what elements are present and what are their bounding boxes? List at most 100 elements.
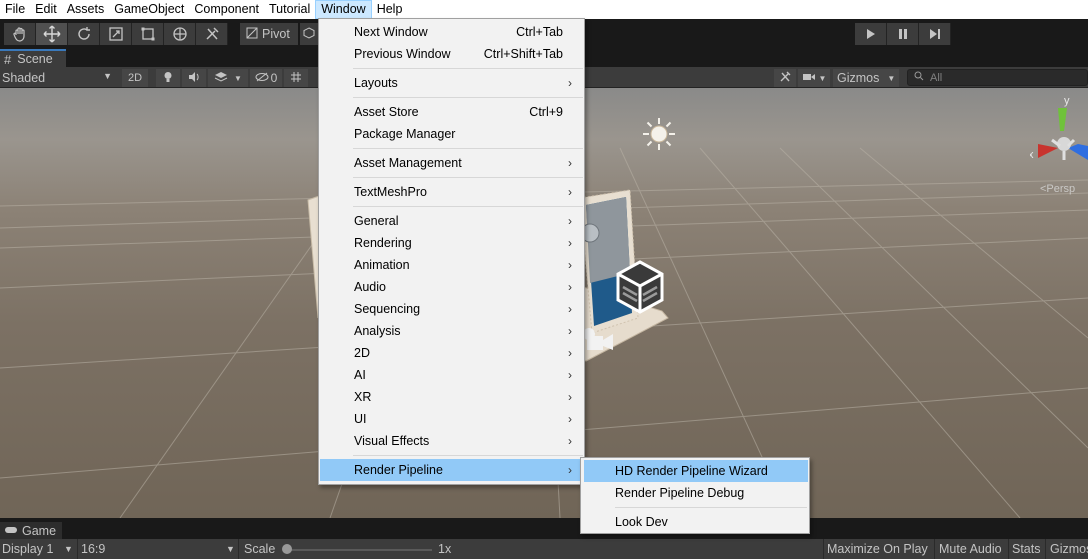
orientation-gizmo[interactable]: y x — [1028, 95, 1088, 176]
menu-item-render-pipeline[interactable]: Render Pipeline › — [320, 459, 584, 481]
global-local-toggle[interactable] — [300, 23, 318, 45]
sun-light-icon[interactable] — [641, 116, 677, 152]
menu-item-rendering[interactable]: Rendering › — [320, 232, 584, 254]
menu-item-hd-render-pipeline-wizard[interactable]: HD Render Pipeline Wizard — [584, 460, 808, 482]
menu-item-asset-store[interactable]: Asset Store Ctrl+9 — [320, 101, 584, 123]
menu-item-shortcut: Ctrl+Tab — [516, 25, 563, 39]
menu-item-ai[interactable]: AI › — [320, 364, 584, 386]
menu-item-next-window[interactable]: Next Window Ctrl+Tab — [320, 21, 584, 43]
menu-component[interactable]: Component — [189, 0, 264, 19]
tools-toggle[interactable] — [774, 69, 796, 87]
chevron-right-icon: › — [568, 236, 572, 250]
camera-gizmo-icon[interactable] — [583, 326, 617, 357]
pivot-icon — [246, 27, 258, 42]
menu-item-textmeshpro[interactable]: TextMeshPro › — [320, 181, 584, 203]
gameobject-cube-icon[interactable] — [615, 259, 665, 318]
rotate-icon[interactable] — [68, 23, 100, 45]
menu-item-label: Analysis — [354, 324, 401, 338]
shading-mode-dropdown[interactable]: Shaded ▼ — [0, 69, 118, 87]
move-icon[interactable] — [36, 23, 68, 45]
menu-help[interactable]: Help — [372, 0, 408, 19]
pause-icon[interactable] — [887, 23, 919, 45]
tab-scene[interactable]: # Scene — [0, 49, 66, 67]
scene-search-input[interactable]: All — [907, 69, 1088, 86]
divider — [823, 539, 824, 559]
menu-item-animation[interactable]: Animation › — [320, 254, 584, 276]
chevron-down-icon: ▼ — [234, 73, 242, 83]
play-icon[interactable] — [855, 23, 887, 45]
scale-slider-handle[interactable] — [282, 544, 292, 554]
display-dropdown[interactable]: Display 1 — [2, 542, 53, 556]
menu-item-2d[interactable]: 2D › — [320, 342, 584, 364]
menu-item-general[interactable]: General › — [320, 210, 584, 232]
pivot-toggle[interactable]: Pivot — [240, 23, 298, 45]
grid-snap-toggle[interactable] — [284, 69, 308, 87]
menu-separator — [353, 455, 583, 456]
scale-slider-track[interactable] — [286, 549, 432, 551]
audio-toggle[interactable] — [182, 69, 206, 87]
scene-visibility-toggle[interactable]: 0 — [250, 69, 282, 87]
mode-2d-toggle[interactable]: 2D — [122, 69, 148, 87]
grid-icon: # — [4, 51, 12, 67]
menu-window[interactable]: Window — [315, 0, 372, 19]
eye-slash-icon — [255, 72, 269, 85]
menu-edit[interactable]: Edit — [30, 0, 62, 19]
menu-item-package-manager[interactable]: Package Manager — [320, 123, 584, 145]
menu-file[interactable]: File — [0, 0, 30, 19]
chevron-right-icon: › — [568, 280, 572, 294]
menu-item-asset-management[interactable]: Asset Management › — [320, 152, 584, 174]
chevron-right-icon: › — [568, 346, 572, 360]
game-toolbar: Display 1 ▼ 16:9 ▼ Scale 1x Maximize On … — [0, 539, 1088, 559]
menu-item-sequencing[interactable]: Sequencing › — [320, 298, 584, 320]
chevron-right-icon: › — [568, 258, 572, 272]
menu-item-shortcut: Ctrl+9 — [529, 105, 563, 119]
menu-item-visual-effects[interactable]: Visual Effects › — [320, 430, 584, 452]
menu-item-layouts[interactable]: Layouts › — [320, 72, 584, 94]
maximize-on-play-toggle[interactable]: Maximize On Play — [827, 542, 928, 556]
gizmos-label: Gizmos — [837, 71, 880, 85]
persp-label[interactable]: <Persp — [1040, 183, 1075, 195]
menu-assets[interactable]: Assets — [62, 0, 110, 19]
mute-audio-toggle[interactable]: Mute Audio — [939, 542, 1002, 556]
menu-item-previous-window[interactable]: Previous Window Ctrl+Shift+Tab — [320, 43, 584, 65]
stats-toggle[interactable]: Stats — [1012, 542, 1041, 556]
menu-item-analysis[interactable]: Analysis › — [320, 320, 584, 342]
menu-item-label: Sequencing — [354, 302, 421, 316]
scale-icon[interactable] — [100, 23, 132, 45]
transform-icon[interactable] — [164, 23, 196, 45]
menu-separator — [353, 68, 583, 69]
tab-game[interactable]: Game — [0, 522, 62, 539]
chevron-right-icon: › — [568, 185, 572, 199]
window-menu: Next Window Ctrl+Tab Previous Window Ctr… — [318, 18, 585, 485]
chevron-right-icon: › — [568, 412, 572, 426]
game-gizmos-toggle[interactable]: Gizmos — [1050, 542, 1088, 556]
menu-tutorial[interactable]: Tutorial — [264, 0, 315, 19]
effects-dropdown[interactable]: ▼ — [208, 69, 248, 87]
layers-icon — [214, 71, 228, 86]
menu-item-label: AI — [354, 368, 366, 382]
menu-item-look-dev[interactable]: Look Dev — [584, 511, 808, 533]
lighting-toggle[interactable] — [156, 69, 180, 87]
menu-item-audio[interactable]: Audio › — [320, 276, 584, 298]
menu-item-label: Render Pipeline Debug — [615, 486, 745, 500]
aspect-dropdown[interactable]: 16:9 — [81, 542, 105, 556]
chevron-right-icon: › — [568, 368, 572, 382]
menu-item-xr[interactable]: XR › — [320, 386, 584, 408]
step-icon[interactable] — [919, 23, 951, 45]
menu-item-label: Visual Effects — [354, 434, 430, 448]
camera-icon — [802, 72, 816, 85]
render-pipeline-submenu: HD Render Pipeline Wizard Render Pipelin… — [580, 457, 810, 534]
custom-tool-icon[interactable] — [196, 23, 228, 45]
axis-x-label: x — [1030, 149, 1034, 161]
camera-dropdown[interactable]: ▼ — [798, 69, 830, 87]
menu-gameobject[interactable]: GameObject — [109, 0, 189, 19]
divider — [77, 539, 78, 559]
hand-icon[interactable] — [4, 23, 36, 45]
menu-item-render-pipeline-debug[interactable]: Render Pipeline Debug — [584, 482, 808, 504]
play-controls — [855, 23, 951, 45]
lightbulb-icon — [163, 71, 173, 86]
pivot-label: Pivot — [262, 27, 290, 41]
gizmos-dropdown[interactable]: Gizmos ▼ — [833, 69, 899, 87]
rect-icon[interactable] — [132, 23, 164, 45]
menu-item-ui[interactable]: UI › — [320, 408, 584, 430]
